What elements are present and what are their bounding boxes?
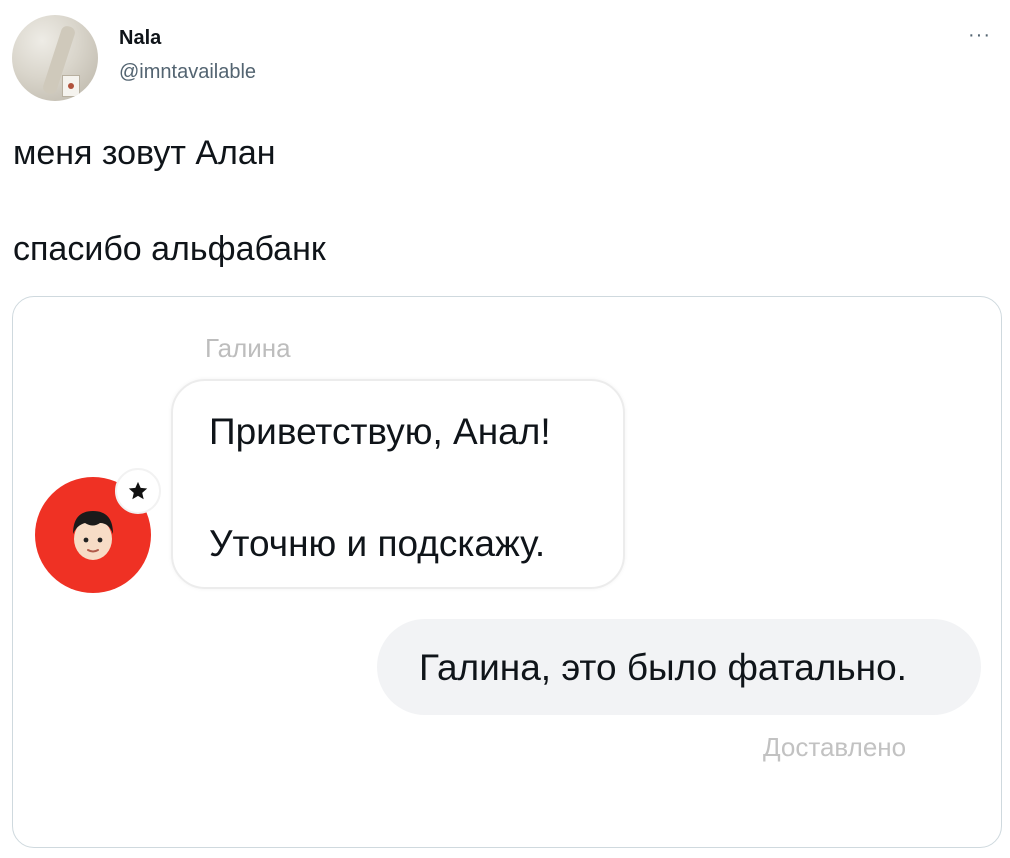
incoming-message-bubble: Приветствую, Анал! Уточню и подскажу. xyxy=(171,379,625,589)
outgoing-message-bubble: Галина, это было фатально. xyxy=(377,619,981,715)
author-display-name[interactable]: Nala xyxy=(119,27,161,50)
incoming-message-line-2: Уточню и подскажу. xyxy=(209,523,546,564)
incoming-message-line-1: Приветствую, Анал! xyxy=(209,411,551,452)
star-icon xyxy=(128,481,148,500)
chat-sender-name: Галина xyxy=(205,333,291,363)
person-emoji-icon xyxy=(73,511,113,560)
tweet-media-image[interactable]: Галина Приветствую, Анал! Уточню и подск… xyxy=(12,296,1002,848)
avatar-tag xyxy=(62,75,80,97)
more-options-icon[interactable]: ··· xyxy=(968,24,991,47)
delivery-status: Доставлено xyxy=(763,732,907,762)
author-handle[interactable]: @imntavailable xyxy=(119,61,256,84)
star-badge xyxy=(115,468,161,514)
outgoing-message-text: Галина, это было фатально. xyxy=(419,647,907,688)
tweet-text-line-1: меня зовут Алан xyxy=(13,134,276,172)
tweet-text-line-2: спасибо альфабанк xyxy=(13,230,326,268)
author-avatar[interactable] xyxy=(12,15,98,101)
